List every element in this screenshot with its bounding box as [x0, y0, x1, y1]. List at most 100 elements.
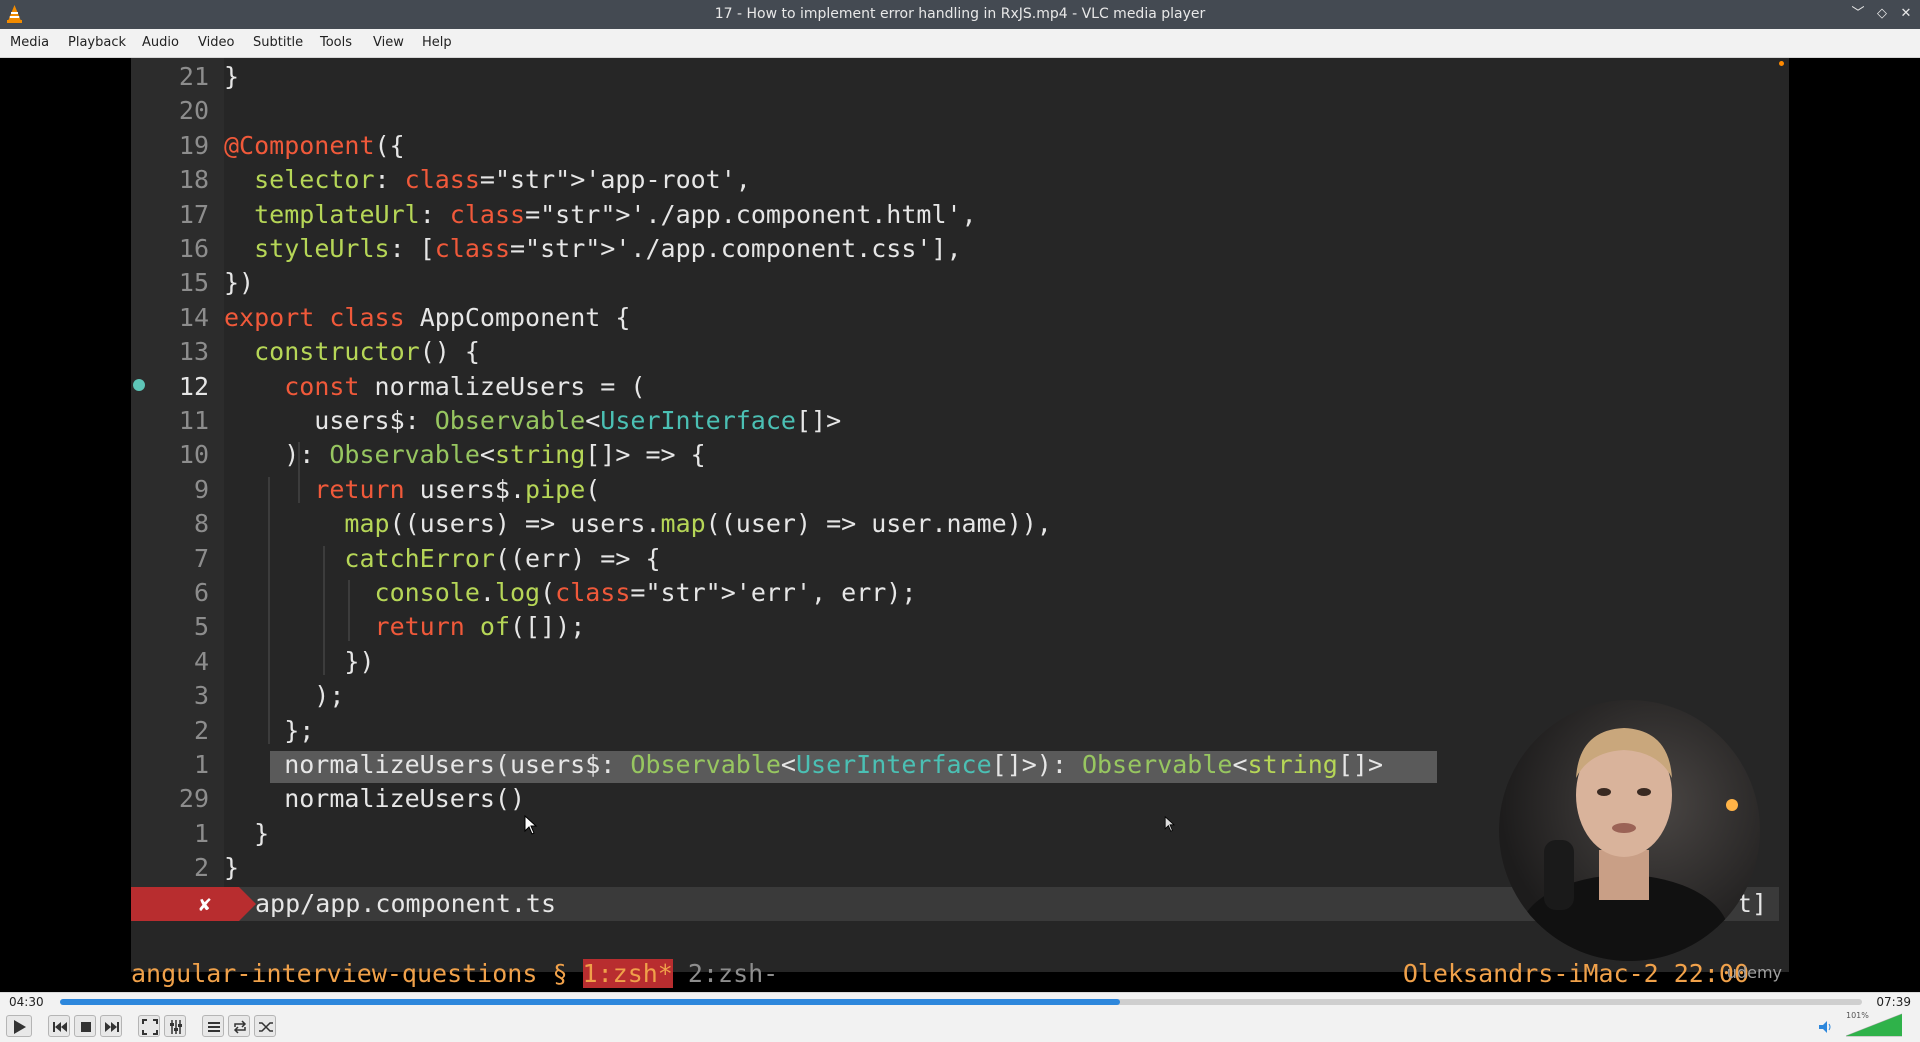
- window-titlebar: 17 - How to implement error handling in …: [0, 0, 1920, 29]
- menu-media[interactable]: Media: [10, 35, 49, 50]
- error-icon: ✘: [131, 887, 239, 921]
- code-line: 19 @Component({: [131, 129, 1789, 163]
- playlist-button[interactable]: [202, 1015, 224, 1037]
- video-area[interactable]: 21} 20 19 @Component({18 selector: class="s…: [0, 58, 1920, 992]
- tmux-host-clock: Oleksandrs-iMac-2 22:00: [1402, 959, 1749, 988]
- line-number: 10: [178, 440, 209, 470]
- close-icon[interactable]: ✕: [1897, 5, 1915, 23]
- code-line: 13 constructor() {: [131, 335, 1789, 369]
- loop-icon: [233, 1020, 247, 1034]
- line-number: 13: [178, 337, 209, 367]
- code-line: 4 }): [131, 645, 1789, 679]
- code-text: );: [224, 681, 345, 711]
- tmux-window-1: 1:zsh*: [582, 959, 673, 988]
- next-button[interactable]: [100, 1015, 122, 1037]
- presenter-silhouette: [1519, 728, 1738, 961]
- previous-icon: [53, 1022, 67, 1032]
- status-arrow: [239, 887, 256, 921]
- code-text: normalizeUsers(): [224, 784, 526, 814]
- code-line: 14 export class AppComponent {: [131, 301, 1789, 335]
- code-line: 5 return of([]);: [131, 610, 1789, 644]
- udemy-watermark: udemy: [1726, 963, 1782, 982]
- code-text: ): Observable<string[]> => {: [224, 440, 706, 470]
- code-text: }: [224, 853, 240, 883]
- previous-button[interactable]: [48, 1015, 70, 1037]
- code-text: }): [224, 268, 255, 298]
- code-line: 7 catchError((err) => {: [131, 542, 1789, 576]
- playback-controls: 04:30 07:39 101%: [0, 992, 1920, 1042]
- speaker-icon[interactable]: [1818, 1020, 1834, 1034]
- seek-slider[interactable]: [60, 999, 1862, 1005]
- stop-icon: [81, 1022, 91, 1032]
- line-number: 17: [178, 199, 209, 229]
- line-number: 1: [193, 818, 209, 848]
- code-line: 17 templateUrl: class="str">'./app.compo…: [131, 198, 1789, 232]
- code-text: return users$.pipe(: [314, 474, 601, 504]
- code-text: map((users) => users.map((user) => user.…: [344, 509, 1052, 539]
- line-number: 3: [193, 681, 209, 711]
- code-line: 18 selector: class="str">'app-root',: [131, 163, 1789, 197]
- stop-button[interactable]: [74, 1015, 96, 1037]
- code-text: }: [224, 62, 240, 91]
- mouse-cursor-icon: [524, 815, 538, 835]
- code-text: styleUrls: [class="str">'./app.component…: [254, 234, 962, 263]
- code-text: constructor() {: [254, 337, 480, 367]
- line-number: 18: [178, 165, 209, 195]
- code-text: export class AppComponent {: [224, 302, 631, 332]
- tmux-separator: §: [537, 959, 583, 988]
- play-button[interactable]: [6, 1015, 32, 1037]
- fullscreen-button[interactable]: [138, 1015, 160, 1037]
- code-line: 21}: [131, 60, 1789, 94]
- status-filename: app/app.component.ts: [255, 889, 557, 918]
- total-time: 07:39: [1876, 995, 1911, 1009]
- menu-video[interactable]: Video: [198, 35, 234, 50]
- code-text: normalizeUsers(users$: Observable<UserIn…: [224, 750, 1383, 779]
- code-line: 6 console.log(class="str">'err', err);: [131, 576, 1789, 610]
- shuffle-button[interactable]: [254, 1015, 276, 1037]
- menu-audio[interactable]: Audio: [142, 35, 179, 50]
- minimize-icon[interactable]: ﹀: [1849, 5, 1867, 23]
- code-line: 16 styleUrls: [class="str">'./app.compon…: [131, 232, 1789, 266]
- line-number: 16: [178, 234, 209, 263]
- line-number: 8: [193, 509, 209, 539]
- menu-bar: Media Playback Audio Video Subtitle Tool…: [0, 29, 1920, 58]
- menu-help[interactable]: Help: [422, 35, 452, 50]
- extended-settings-button[interactable]: [164, 1015, 186, 1037]
- tmux-window-2: 2:zsh-: [672, 959, 779, 988]
- code-text: catchError((err) => {: [344, 543, 661, 573]
- volume-label: 101%: [1846, 1011, 1869, 1020]
- code-text: };: [224, 715, 315, 745]
- loop-button[interactable]: [228, 1015, 250, 1037]
- play-icon: [14, 1020, 26, 1034]
- code-line: 9 return users$.pipe(: [131, 473, 1789, 507]
- code-text: const normalizeUsers = (: [284, 371, 646, 401]
- code-line: 11 users$: Observable<UserInterface[]>: [131, 404, 1789, 438]
- line-number: 2: [193, 853, 209, 883]
- menu-subtitle[interactable]: Subtitle: [253, 35, 303, 50]
- line-number: 12: [178, 371, 209, 401]
- code-text: selector: class="str">'app-root',: [254, 165, 751, 195]
- menu-playback[interactable]: Playback: [68, 35, 126, 50]
- code-line: 8 map((users) => users.map((user) => use…: [131, 507, 1789, 541]
- line-number: 7: [193, 543, 209, 573]
- code-text: return of([]);: [374, 612, 586, 642]
- line-number: 29: [178, 784, 209, 814]
- volume-slider[interactable]: 101%: [1845, 1011, 1903, 1037]
- line-number: 5: [193, 612, 209, 642]
- line-number: 21: [178, 62, 209, 91]
- menu-view[interactable]: View: [373, 35, 404, 50]
- next-icon: [105, 1022, 119, 1032]
- line-number: 20: [178, 96, 209, 126]
- restore-icon[interactable]: ◇: [1873, 5, 1891, 23]
- sliders-icon: [170, 1020, 182, 1034]
- code-text: templateUrl: class="str">'./app.componen…: [254, 199, 977, 229]
- line-number: 9: [193, 474, 209, 504]
- line-number: 6: [193, 578, 209, 607]
- code-line: 20: [131, 94, 1789, 128]
- menu-tools[interactable]: Tools: [320, 35, 352, 50]
- code-text: }): [224, 646, 375, 676]
- elapsed-time: 04:30: [9, 995, 44, 1009]
- seek-progress: [60, 999, 1120, 1005]
- fullscreen-icon: [142, 1019, 158, 1035]
- playlist-icon: [208, 1022, 220, 1032]
